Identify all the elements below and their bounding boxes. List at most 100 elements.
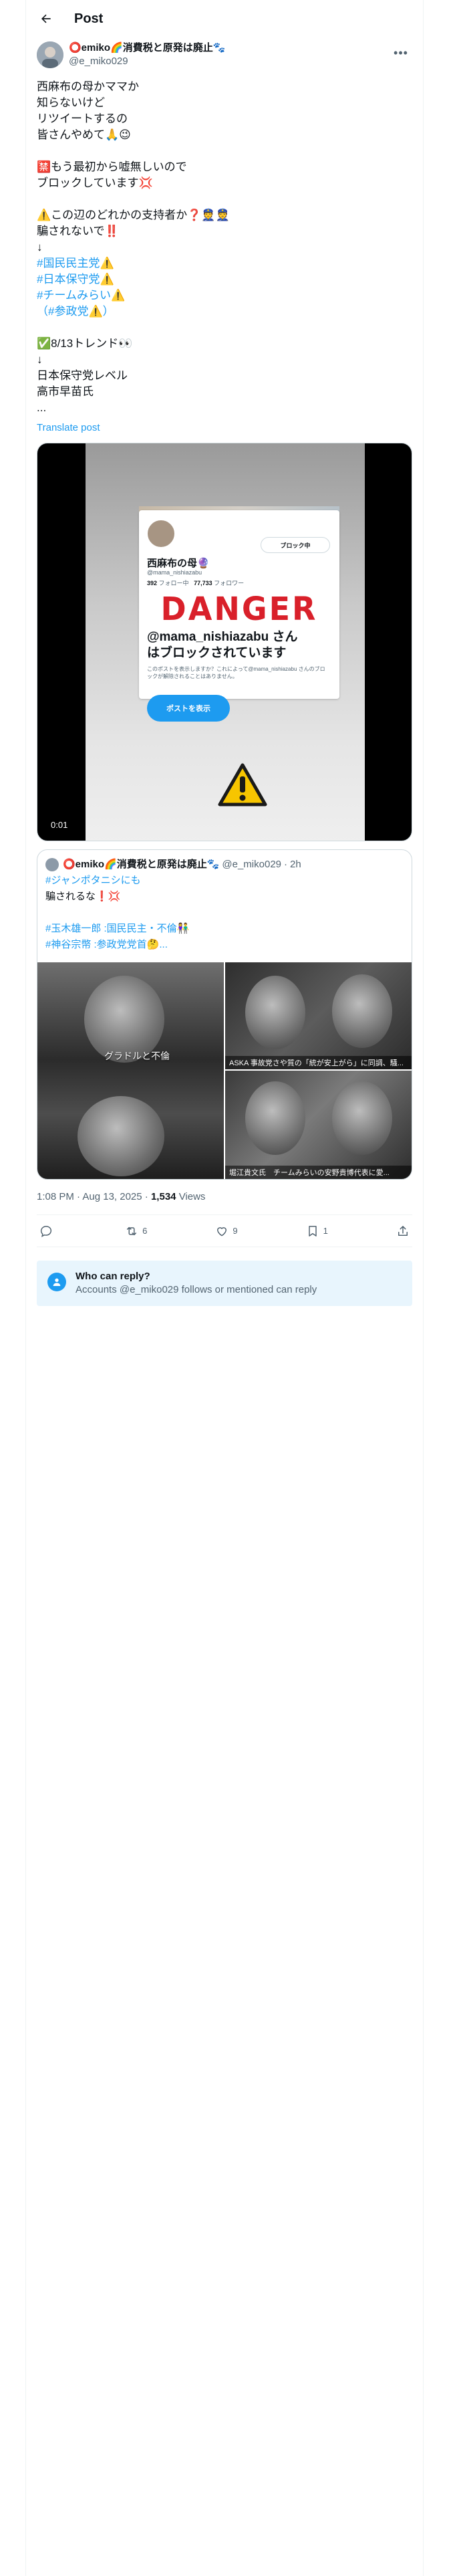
text-line: ... — [37, 401, 47, 414]
reply-notice-subtitle: Accounts @e_miko029 follows or mentioned… — [76, 1284, 317, 1295]
text-line[interactable]: #チームみらい⚠️ — [37, 288, 412, 304]
avatar-image — [37, 41, 63, 68]
header: Post — [26, 0, 423, 37]
image-caption-top-right: ASKA 事故党さや質の「統が安上がら」に同調、騒... — [225, 1056, 412, 1069]
quote-separator: · — [284, 859, 287, 870]
quote-image-bottom-right[interactable]: 堀江貴文氏 チームみらいの安野貴博代表に愛... — [225, 1071, 412, 1179]
card-description: このポストを表示しますか？これによって@mama_nishiazabu さんのブ… — [147, 666, 325, 679]
text-line: ⚠️この辺のどれかの支持者か❓👮👮 — [37, 209, 230, 221]
main-column: Post ⭕emiko🌈消費税と原発は廃止🐾 @e_miko029 ••• 西麻… — [26, 0, 423, 1306]
like-button[interactable]: 9 — [215, 1224, 238, 1238]
following-label: フォロー中 — [158, 580, 189, 586]
bookmark-icon — [308, 1225, 317, 1237]
text-line — [37, 143, 412, 159]
arrow-left-icon — [41, 14, 51, 23]
text-line: 高市早苗氏 — [37, 385, 94, 398]
text-line — [45, 906, 404, 922]
user-icon — [47, 1273, 66, 1291]
like-count: 9 — [233, 1226, 238, 1236]
views-count: 1,534 — [150, 1191, 176, 1202]
video-timecode: 0:01 — [47, 819, 72, 831]
quoted-tweet[interactable]: ⭕emiko🌈消費税と原発は廃止🐾 @e_miko029 · 2h #ジャンポタ… — [37, 849, 412, 1180]
text-line: ✅8/13トレンド👀 — [37, 337, 133, 350]
danger-text: DANGER — [160, 589, 318, 628]
text-line[interactable]: #日本保守党⚠️ — [37, 272, 412, 288]
quote-handle: @e_miko029 — [222, 859, 281, 870]
text-line[interactable]: #神谷宗幣 :参政党党首🤔... — [45, 938, 404, 954]
blocked-line-1: @mama_nishiazabu さん — [147, 630, 298, 644]
card-stats: 392 フォロー中 77,733 フォロワー — [147, 578, 244, 587]
back-button[interactable] — [34, 7, 58, 31]
post-time[interactable]: 1:08 PM · Aug 13, 2025 — [37, 1191, 142, 1202]
repost-count: 6 — [142, 1226, 148, 1236]
text-line[interactable]: #玉木雄一郎 :国民民主・不倫👫 — [45, 922, 404, 938]
reply-notice-text: Who can reply? Accounts @e_miko029 follo… — [76, 1270, 317, 1297]
meta-separator: · — [144, 1191, 151, 1202]
text-line: 西麻布の母かママか — [37, 80, 139, 93]
following-count: 392 — [147, 580, 158, 586]
tweet-text: 西麻布の母かママか 知らないけど リツイートするの 皆さんやめて🙏😉 🈲もう最初から嘘無… — [37, 79, 412, 416]
blocked-button: ブロック中 — [261, 537, 330, 553]
author-row: ⭕emiko🌈消費税と原発は廃止🐾 @e_miko029 ••• — [37, 41, 412, 71]
view-post-button: ポストを表示 — [147, 695, 230, 722]
share-button[interactable] — [396, 1224, 410, 1238]
more-icon: ••• — [394, 45, 408, 60]
photo-face — [78, 1096, 164, 1176]
text-line — [37, 191, 412, 207]
text-line: 皆さんやめて🙏😉 — [37, 128, 131, 141]
text-line: ↓ — [37, 241, 43, 253]
display-name[interactable]: ⭕emiko🌈消費税と原発は廃止🐾 — [69, 41, 390, 55]
author-meta: ⭕emiko🌈消費税と原発は廃止🐾 @e_miko029 — [69, 41, 390, 68]
more-button[interactable]: ••• — [390, 41, 412, 64]
photo-face — [245, 976, 305, 1049]
video-player[interactable]: ブロック中 西麻布の母🔮 @mama_nishiazabu 392 フォロー中 … — [37, 443, 412, 841]
text-line: ↓ — [37, 353, 43, 366]
blocked-profile-card: ブロック中 西麻布の母🔮 @mama_nishiazabu 392 フォロー中 … — [139, 510, 339, 722]
bookmark-button[interactable]: 1 — [306, 1224, 328, 1238]
quote-image-left[interactable]: グラドルと不倫 — [37, 962, 225, 1179]
main-tweet: ⭕emiko🌈消費税と原発は廃止🐾 @e_miko029 ••• 西麻布の母かマ… — [26, 37, 423, 1306]
avatar[interactable] — [37, 41, 63, 68]
heart-icon — [217, 1226, 227, 1236]
photo-face — [332, 1081, 392, 1155]
share-icon — [398, 1225, 408, 1236]
reply-icon — [40, 1225, 52, 1237]
text-line — [37, 320, 412, 336]
card-handle: @mama_nishiazabu — [147, 569, 202, 576]
reply-restriction-notice: Who can reply? Accounts @e_miko029 follo… — [37, 1261, 412, 1306]
quote-image-top-right[interactable]: ASKA 事故党さや質の「統が安上がら」に同調、騒... — [225, 962, 412, 1071]
warning-icon — [218, 763, 267, 811]
quote-avatar — [45, 858, 59, 871]
reply-button[interactable] — [39, 1224, 57, 1238]
action-bar: 6 9 1 — [37, 1215, 412, 1247]
video-frame: ブロック中 西麻布の母🔮 @mama_nishiazabu 392 フォロー中 … — [86, 443, 365, 841]
translate-link[interactable]: Translate post — [37, 421, 412, 435]
blocked-line-2: はブロックされています — [147, 646, 287, 660]
image-caption-bottom-right: 堀江貴文氏 チームみらいの安野貴博代表に愛... — [225, 1166, 412, 1179]
repost-button[interactable]: 6 — [125, 1224, 147, 1238]
blocked-message: @mama_nishiazabu さん はブロックされています — [147, 629, 334, 661]
quote-text: #ジャンポタニシにも 騙されるな❗💢 #玉木雄一郎 :国民民主・不倫👫 #神谷宗幣 :… — [37, 871, 412, 962]
photo-face — [245, 1081, 305, 1155]
text-line: 知らないけど — [37, 96, 105, 109]
followers-label: フォロワー — [214, 580, 245, 586]
views-label: Views — [178, 1191, 206, 1202]
quote-display-name: ⭕emiko🌈消費税と原発は廃止🐾 — [63, 859, 220, 870]
text-line[interactable]: （#参政党⚠️） — [37, 304, 412, 320]
text-line: ブロックしています💢 — [37, 177, 153, 189]
text-line: 騙されないで‼️ — [37, 225, 119, 237]
quote-image-grid: グラドルと不倫 ASKA 事故党さや質の「統が安上がら」に同調、騒... 堀江貴… — [37, 962, 412, 1179]
page-title: Post — [74, 11, 104, 26]
text-line: 🈲もう最初から嘘無しいので — [37, 160, 187, 173]
quote-header: ⭕emiko🌈消費税と原発は廃止🐾 @e_miko029 · 2h — [37, 850, 412, 871]
photo-face — [332, 974, 392, 1048]
text-line[interactable]: #国民民主党⚠️ — [37, 255, 412, 272]
text-line[interactable]: #ジャンポタニシにも — [45, 874, 404, 890]
repost-icon — [127, 1226, 137, 1235]
right-border — [423, 0, 424, 2576]
card-avatar — [146, 518, 176, 549]
handle[interactable]: @e_miko029 — [69, 55, 390, 68]
text-line: 日本保守党レベル — [37, 369, 128, 382]
image-caption-left: グラドルと不倫 — [104, 1051, 170, 1061]
quote-time: 2h — [290, 859, 301, 870]
